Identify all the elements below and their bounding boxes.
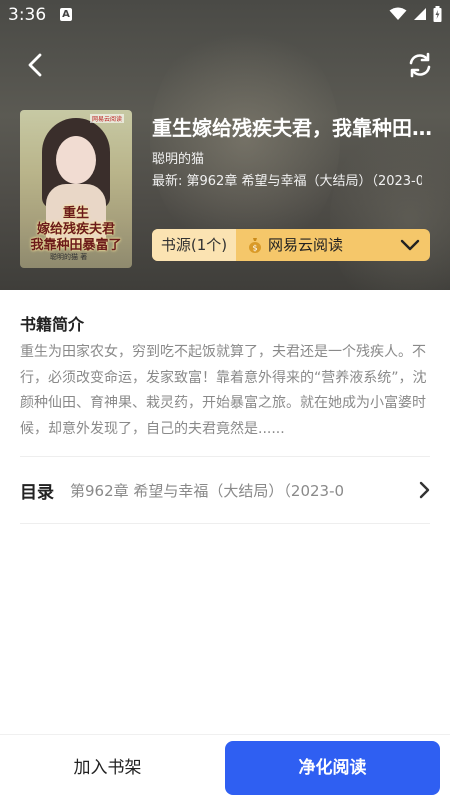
status-time: 3:36 bbox=[8, 5, 47, 25]
book-title: 重生嫁给残疾夫君，我靠种田暴富了 bbox=[152, 116, 437, 140]
book-summary: 重生为田家农女，穷到吃不起饭就算了，夫君还是一个残疾人。不行，必须改变命运，发家… bbox=[20, 344, 427, 437]
refresh-icon bbox=[409, 52, 431, 78]
notification-icon: A bbox=[60, 8, 72, 21]
toc-label: 目录 bbox=[20, 482, 54, 503]
cover-author: 聪明的猫 著 bbox=[50, 253, 88, 261]
status-bar: 3:36 A bbox=[0, 0, 450, 30]
source-name: $ 网易云阅读 bbox=[236, 229, 390, 261]
battery-icon bbox=[433, 6, 442, 22]
table-of-contents-row[interactable]: 目录 第962章 希望与幸福（大结局）（2023-0 bbox=[20, 470, 430, 510]
back-button[interactable] bbox=[22, 50, 50, 80]
svg-text:$: $ bbox=[252, 244, 257, 253]
signal-icon bbox=[414, 8, 426, 20]
cover-title-art: 重生 嫁给残疾夫君 我靠种田暴富了 bbox=[30, 206, 122, 253]
cover-publisher: 网易云阅读 bbox=[90, 114, 125, 123]
bottom-action-bar: 加入书架 净化阅读 bbox=[0, 734, 450, 800]
money-bag-icon: $ bbox=[249, 238, 261, 253]
wifi-icon bbox=[389, 7, 407, 20]
divider bbox=[20, 456, 430, 457]
chevron-down-icon bbox=[400, 239, 420, 251]
book-author: 聪明的猫 bbox=[152, 152, 205, 167]
source-selector[interactable]: 书源(1个) $ 网易云阅读 bbox=[152, 229, 430, 261]
source-count-label: 书源(1个) bbox=[152, 229, 236, 261]
summary-heading: 书籍简介 bbox=[20, 315, 85, 334]
book-cover: 网易云阅读 重生 嫁给残疾夫君 我靠种田暴富了 聪明的猫 著 bbox=[20, 110, 132, 268]
toc-latest-chapter: 第962章 希望与幸福（大结局）（2023-0 bbox=[70, 481, 345, 500]
divider bbox=[20, 523, 430, 524]
add-to-shelf-button[interactable]: 加入书架 bbox=[20, 741, 195, 795]
start-reading-button[interactable]: 净化阅读 bbox=[225, 741, 440, 795]
latest-chapter: 最新: 第962章 希望与幸福（大结局）（2023-0 bbox=[152, 174, 422, 189]
refresh-button[interactable] bbox=[406, 50, 434, 80]
chevron-right-icon bbox=[419, 481, 430, 499]
back-arrow-icon bbox=[28, 53, 42, 77]
